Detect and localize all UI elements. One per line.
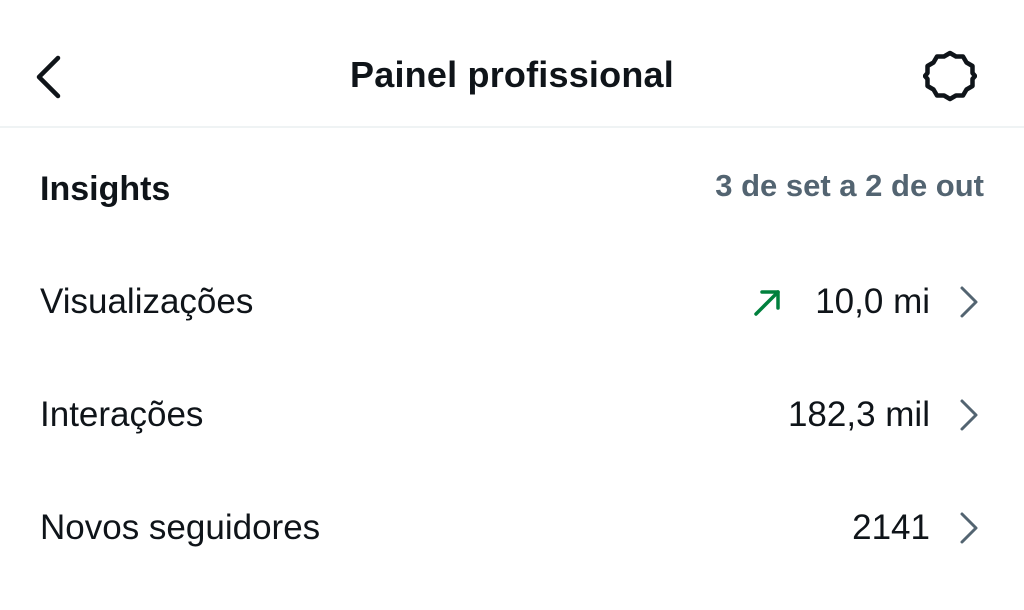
metric-label: Visualizações	[40, 282, 254, 321]
insights-date-range[interactable]: 3 de set a 2 de out	[715, 168, 984, 204]
metric-value: 182,3 mil	[787, 395, 930, 434]
trend-up-icon	[754, 290, 780, 316]
metric-value: 2141	[852, 508, 930, 547]
metric-label: Interações	[40, 395, 204, 434]
chevron-right-icon	[960, 399, 978, 431]
insights-title: Insights	[40, 170, 171, 208]
top-bar: Painel profissional	[0, 0, 1024, 128]
metric-row-interactions[interactable]: Interações 182,3 mil	[0, 375, 1024, 455]
metric-value: 10,0 mi	[815, 282, 930, 321]
settings-button[interactable]	[922, 48, 978, 104]
gear-icon	[923, 50, 977, 102]
metric-row-views[interactable]: Visualizações 10,0 mi	[0, 262, 1024, 342]
chevron-right-icon	[960, 512, 978, 544]
chevron-right-icon	[960, 286, 978, 318]
metric-label: Novos seguidores	[40, 508, 321, 547]
metric-row-new-followers[interactable]: Novos seguidores 2141	[0, 488, 1024, 568]
page-title: Painel profissional	[350, 54, 674, 95]
